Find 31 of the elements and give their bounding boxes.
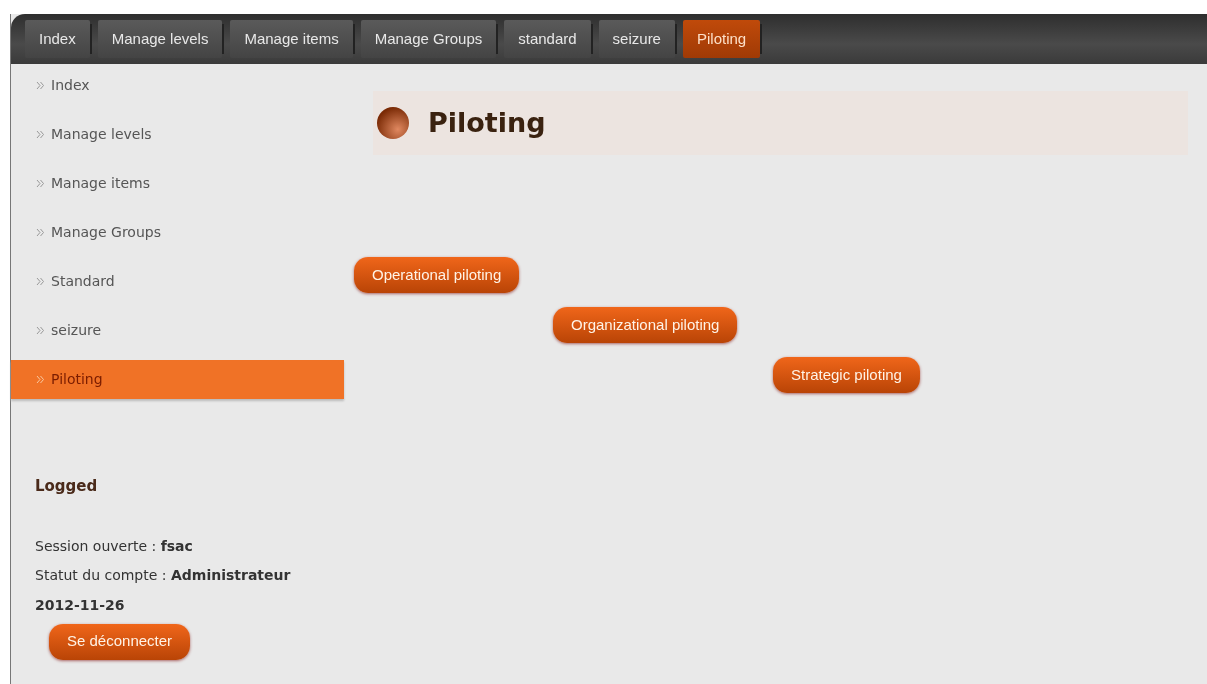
logout-button[interactable]: Se déconnecter — [49, 623, 191, 660]
section-heading: Logged — [35, 476, 99, 497]
session-info: Session ouverte : fsac — [35, 536, 194, 556]
nav-tab[interactable]: Index — [25, 20, 90, 58]
session-info: Statut du compte : Administrateur — [35, 566, 292, 585]
nav-tab[interactable]: Piloting — [682, 20, 761, 58]
sidebar-item[interactable]: Manage Groups — [11, 213, 344, 252]
nav-tab[interactable]: Manage Groups — [360, 20, 497, 58]
nav-tab[interactable]: Manage items — [230, 20, 353, 58]
sidebar-item[interactable]: Manage items — [11, 164, 344, 203]
sidebar-item[interactable]: Piloting — [11, 360, 344, 399]
sidebar-item[interactable]: Index — [11, 66, 344, 105]
piloting-button[interactable]: Organizational piloting — [553, 307, 738, 343]
page-title: Piloting — [428, 105, 546, 140]
chevron-icon — [36, 81, 45, 90]
chevron-icon — [36, 326, 45, 335]
sidebar-item[interactable]: seizure — [11, 311, 344, 350]
piloting-button[interactable]: Strategic piloting — [773, 357, 920, 393]
piloting-button[interactable]: Operational piloting — [354, 257, 520, 293]
nav-tab[interactable]: Manage levels — [97, 20, 223, 58]
chevron-icon — [36, 277, 45, 286]
nav-tab[interactable]: seizure — [598, 20, 675, 58]
sidebar-item[interactable]: Standard — [11, 262, 344, 301]
chevron-icon — [36, 228, 45, 237]
sidebar-item[interactable]: Manage levels — [11, 115, 344, 154]
chevron-icon — [36, 179, 45, 188]
nav-tab[interactable]: standard — [504, 20, 591, 58]
date-text: 2012-11-26 — [35, 595, 126, 615]
chevron-icon — [36, 130, 45, 139]
chevron-icon — [36, 375, 45, 384]
ball-icon — [376, 106, 410, 140]
